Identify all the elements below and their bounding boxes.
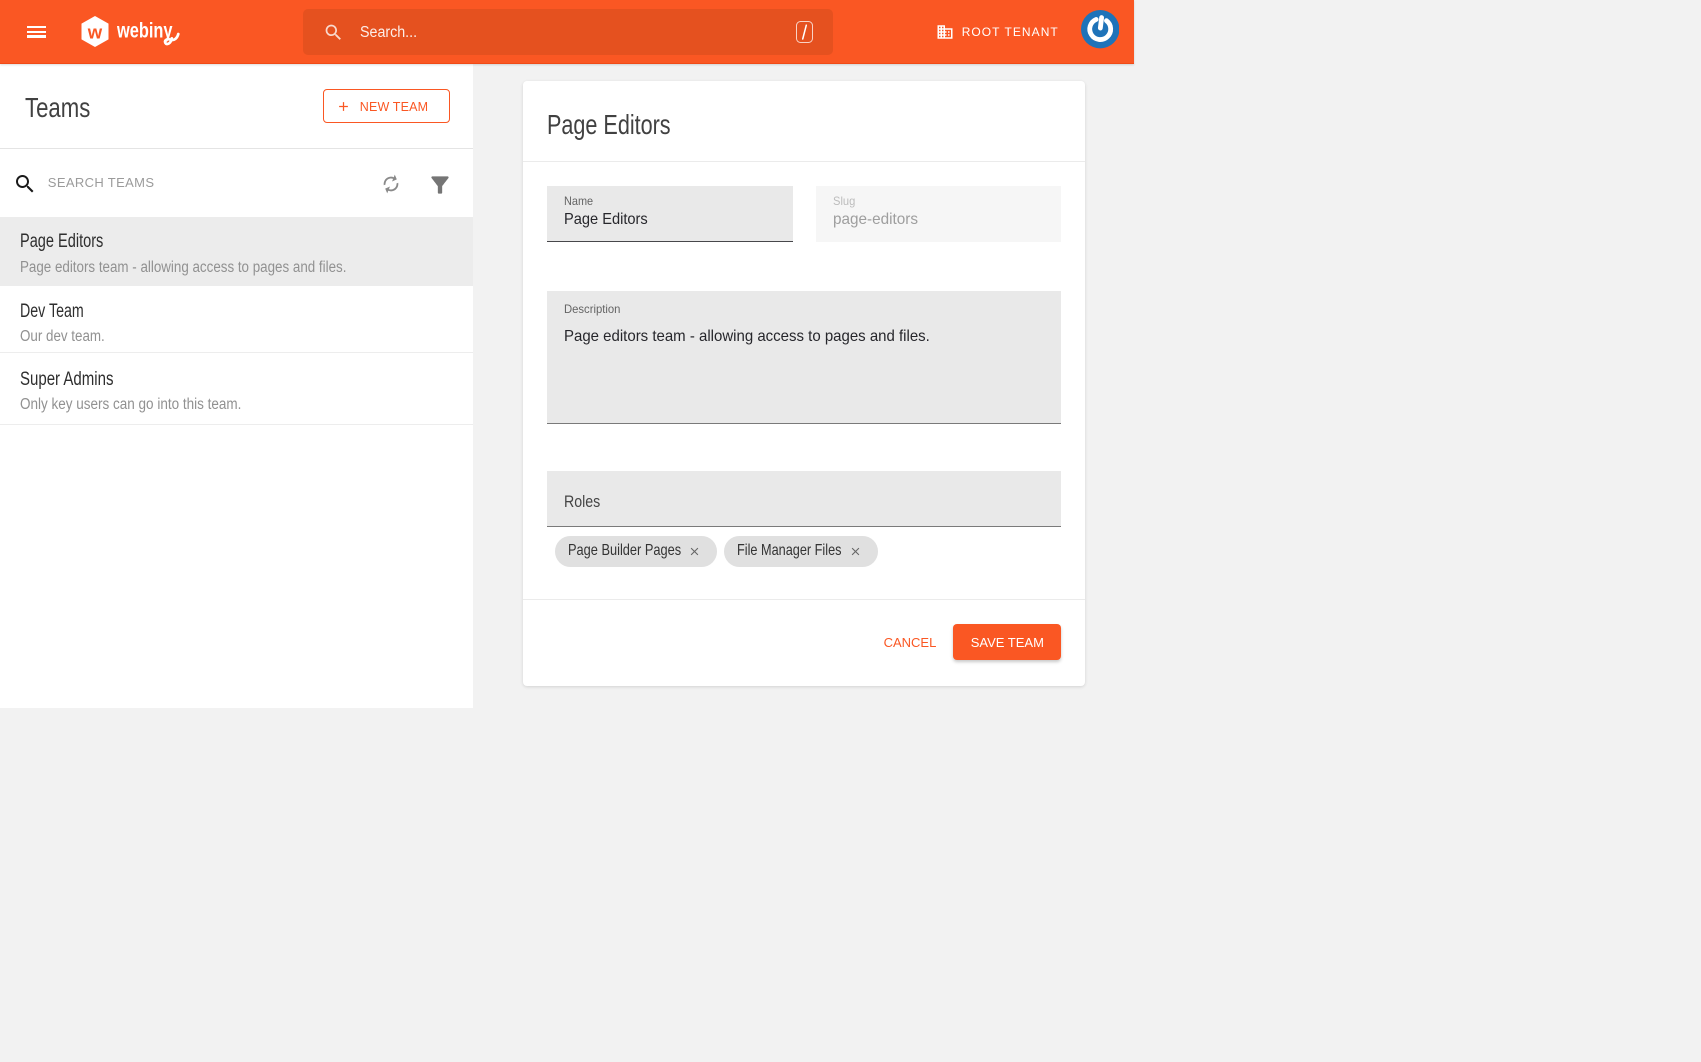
- svg-text:webiny: webiny: [117, 20, 173, 43]
- svg-text:w: w: [86, 21, 102, 42]
